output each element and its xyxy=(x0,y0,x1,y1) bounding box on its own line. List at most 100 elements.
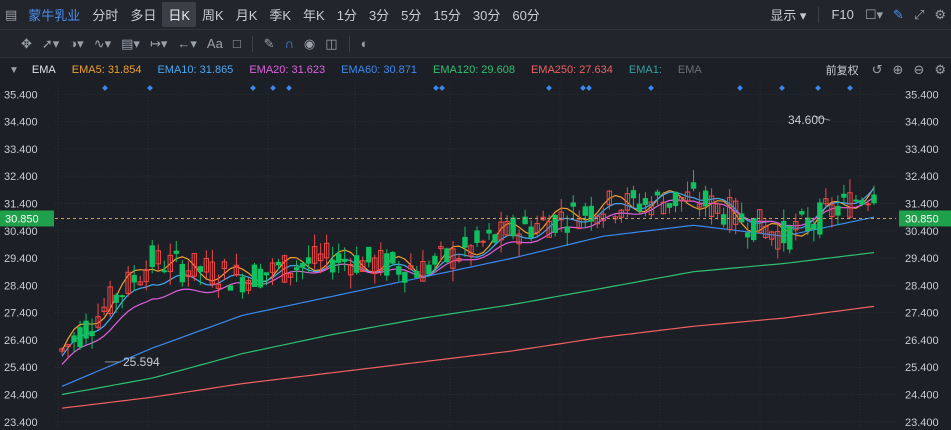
candle-body xyxy=(552,214,558,233)
candle-body xyxy=(293,267,300,271)
y-tick-left: 32.400 xyxy=(4,171,38,183)
stock-name[interactable]: 蒙牛乳业 xyxy=(22,5,86,24)
eye-icon[interactable]: ◉ xyxy=(299,36,320,52)
candle-body xyxy=(799,211,805,215)
wave-tool-icon[interactable]: ∿▾ xyxy=(89,36,116,52)
candle-body xyxy=(414,270,420,278)
low-annotation: 25.594 xyxy=(123,355,160,369)
event-marker xyxy=(815,85,821,91)
period-tab[interactable]: 1分 xyxy=(331,5,363,24)
fullscreen-icon[interactable]: ⤢ xyxy=(909,7,929,23)
period-tab[interactable]: 年K xyxy=(297,5,331,24)
event-marker xyxy=(433,85,439,91)
period-tab[interactable]: 周K xyxy=(196,5,230,24)
candle-body xyxy=(582,206,588,216)
crosshair-icon[interactable]: ✥ xyxy=(16,36,37,52)
y-tick-left: 25.400 xyxy=(4,362,38,374)
ema-values: EMA5: 31.854 EMA10: 31.865 EMA20: 31.623 EM… xyxy=(64,64,710,76)
candle-body xyxy=(720,214,727,225)
settings-icon[interactable]: ⚙ xyxy=(929,62,951,78)
add-icon[interactable]: ⊕ xyxy=(888,62,909,78)
period-tab[interactable]: 日K xyxy=(162,2,197,27)
toggle-icon[interactable]: ◐ xyxy=(356,36,374,51)
text-tool[interactable]: Aa xyxy=(202,36,228,51)
current-price-label-left: 30.850 xyxy=(5,213,39,225)
y-tick-left: 29.400 xyxy=(4,253,38,265)
display-menu[interactable]: 显示 ▾ xyxy=(764,5,812,24)
y-tick-right: 27.400 xyxy=(905,308,939,320)
event-marker xyxy=(546,85,552,91)
y-tick-left: 34.400 xyxy=(4,117,38,129)
period-tab[interactable]: 3分 xyxy=(363,5,395,24)
channel-tool-icon[interactable]: ▤▾ xyxy=(116,36,145,52)
measure-tool-icon[interactable]: ↦▾ xyxy=(145,36,172,52)
drawing-toolbar: ✥ ➚▾ ◑▾ ∿▾ ▤▾ ↦▾ ←▾ Aa □ ✎ ∩ ◉ ◫ ◐ xyxy=(0,30,951,58)
chevron-down-icon: ▾ xyxy=(799,8,807,23)
sidebar-toggle-icon[interactable]: ▤ xyxy=(0,7,22,23)
period-tab[interactable]: 月K xyxy=(230,5,264,24)
candle-body xyxy=(119,295,125,298)
candle-body xyxy=(570,202,576,207)
arrow-left-icon[interactable]: ←▾ xyxy=(172,36,202,52)
display-label: 显示 xyxy=(770,8,797,23)
candle-body xyxy=(841,193,847,198)
magnet-icon[interactable]: ∩ xyxy=(280,36,299,51)
remove-icon[interactable]: ⊖ xyxy=(908,62,929,78)
undo-icon[interactable]: ↺ xyxy=(867,62,888,78)
collapse-icon[interactable]: ▼ xyxy=(4,65,24,76)
ema-line-ema60 xyxy=(61,216,875,387)
candle-body xyxy=(335,253,342,263)
candle-body xyxy=(642,198,649,206)
candle-body xyxy=(690,182,697,189)
y-tick-left: 26.400 xyxy=(4,335,38,347)
candle-body xyxy=(426,264,432,275)
checkbox-icon[interactable]: ☐▾ xyxy=(860,7,888,23)
candle-body xyxy=(781,220,787,244)
eraser-icon[interactable]: ✎ xyxy=(259,36,280,52)
period-tab[interactable]: 5分 xyxy=(395,5,427,24)
candle-body xyxy=(859,200,865,205)
period-tab[interactable]: 分时 xyxy=(86,5,124,24)
y-tick-right: 25.400 xyxy=(905,362,939,374)
adjust-label[interactable]: 前复权 xyxy=(818,62,867,78)
candle-body xyxy=(83,320,89,339)
candle-body xyxy=(871,194,877,204)
line-tool-icon[interactable]: ➚▾ xyxy=(37,36,64,52)
comment-icon[interactable]: □ xyxy=(228,36,246,51)
event-marker xyxy=(737,85,743,91)
period-tab[interactable]: 60分 xyxy=(506,5,545,24)
y-tick-left: 35.400 xyxy=(4,89,38,101)
event-marker xyxy=(270,85,276,91)
candle-body xyxy=(462,236,468,248)
trash-icon[interactable]: ◫ xyxy=(320,36,342,52)
ema-value-label: EMA xyxy=(677,64,702,76)
y-tick-right: 30.400 xyxy=(905,226,939,238)
indicator-name[interactable]: EMA xyxy=(24,64,64,76)
candle-body xyxy=(402,271,408,283)
settings-icon[interactable]: ⚙ xyxy=(929,7,951,23)
period-tab[interactable]: 30分 xyxy=(467,5,506,24)
event-marker xyxy=(286,85,292,91)
candlestick-chart[interactable]: 35.400 35.400 34.400 34.400 33.400 33.400 32.4… xyxy=(0,82,951,430)
y-tick-left: 28.400 xyxy=(4,280,38,292)
period-tab[interactable]: 季K xyxy=(263,5,297,24)
y-tick-left: 33.400 xyxy=(4,144,38,156)
ray-tool-icon[interactable]: ◑▾ xyxy=(64,36,88,52)
event-marker xyxy=(586,85,592,91)
divider xyxy=(818,6,820,23)
candle-body xyxy=(227,285,234,291)
candle-body xyxy=(131,274,137,283)
candle-body xyxy=(865,203,871,206)
candle-body xyxy=(702,190,709,207)
candle-body xyxy=(149,245,155,268)
candle-body xyxy=(366,246,372,263)
ema-line-ema250 xyxy=(61,305,875,409)
event-marker xyxy=(580,85,586,91)
candle-body xyxy=(636,203,643,212)
pen-icon[interactable]: ✎ xyxy=(888,7,909,23)
period-tab[interactable]: 15分 xyxy=(427,5,466,24)
period-tab[interactable]: 多日 xyxy=(124,5,162,24)
f10-button[interactable]: F10 xyxy=(825,7,859,22)
candle-body xyxy=(853,199,859,202)
candle-body xyxy=(666,203,673,208)
